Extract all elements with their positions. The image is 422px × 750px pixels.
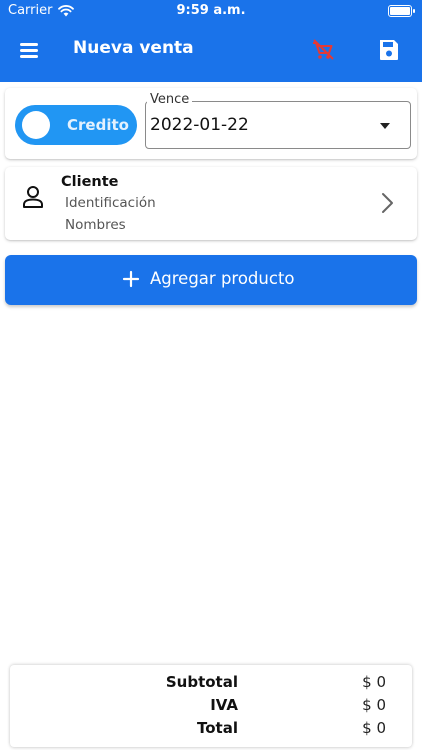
status-time: 9:59 a.m. [176,3,246,18]
client-identification: Identificación [65,195,156,211]
iva-row: IVA $ 0 [10,696,412,718]
total-label: Total [197,719,238,737]
subtotal-label: Subtotal [165,673,238,691]
credit-toggle-label: Credito [67,116,129,134]
menu-button[interactable] [12,34,46,66]
add-product-button[interactable]: Agregar producto [5,255,417,305]
toggle-knob [22,111,50,139]
client-names: Nombres [65,217,126,233]
app-bar: Nueva venta [0,28,422,72]
total-value: $ 0 [362,719,386,737]
due-date-field[interactable]: Vence 2022-01-22 [145,92,411,149]
add-product-label: Agregar producto [150,269,295,288]
credit-toggle[interactable]: Credito [15,105,137,145]
subtotal-row: Subtotal $ 0 [10,673,412,695]
subtotal-value: $ 0 [362,673,386,691]
due-date-label: Vence [147,92,193,107]
payment-card: Credito Vence 2022-01-22 [5,88,417,159]
client-title: Cliente [61,174,119,190]
save-button[interactable] [373,34,405,66]
save-icon [380,40,398,60]
total-row: Total $ 0 [10,719,412,741]
menu-icon [20,43,38,46]
app-root: Carrier 9:59 a.m. Nueva venta Credito Ve… [0,0,422,750]
page-title: Nueva venta [73,38,194,58]
client-selector[interactable]: Cliente Identificación Nombres [5,167,417,240]
totals-panel: Subtotal $ 0 IVA $ 0 Total $ 0 [10,665,412,747]
clear-cart-button[interactable] [307,34,339,66]
due-date-value: 2022-01-22 [150,115,249,135]
person-icon [23,186,43,208]
remove-shopping-cart-icon [313,39,334,60]
chevron-right-icon [382,193,393,213]
battery-icon [388,5,415,17]
iva-label: IVA [210,696,238,714]
top-bar: Carrier 9:59 a.m. Nueva venta [0,0,422,82]
plus-icon [122,270,140,288]
iva-value: $ 0 [362,696,386,714]
dropdown-arrow-icon [380,123,390,129]
status-bar: Carrier 9:59 a.m. [0,0,422,22]
